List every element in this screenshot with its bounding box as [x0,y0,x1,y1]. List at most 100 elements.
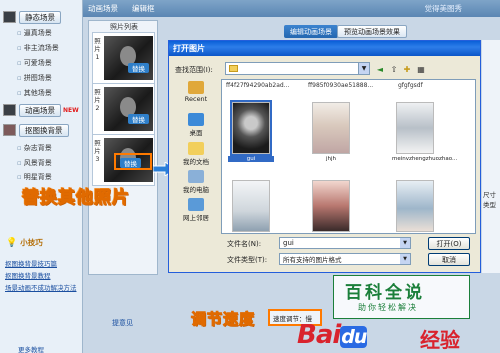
size-label: 尺寸 [483,191,496,199]
chevron-down-icon[interactable]: ▼ [400,238,410,248]
file-thumbnail [312,102,350,154]
file-name[interactable]: ff985f0930ae51888... [308,82,373,89]
up-folder-icon[interactable]: ⇧ [389,64,399,74]
tab-preview-animation[interactable]: 预览动画场景效果 [337,25,407,38]
sidebar: 静态场景 逼真场景 非主流场景 可爱场景 拼图场景 其他场景 动画场景 NEW … [0,0,83,353]
more-tutorials-link[interactable]: 更多教程 [18,344,44,353]
animated-scene-section[interactable]: 动画场景 NEW [3,103,79,117]
bg-scene-section[interactable]: 抠图换背景 [3,123,69,137]
sidebar-item[interactable]: 明星背景 [17,172,52,182]
file-label: jhjh [325,156,337,162]
file-item[interactable]: gui [228,100,274,162]
baidu-logo: Baidu [297,320,367,350]
photo-slot-1[interactable]: 照片1 [92,32,155,84]
file-name[interactable]: ff4f27f94290ab2ad... [226,82,289,89]
file-item[interactable]: meinvzhengzhuozhao... [392,102,458,162]
replace-button-2[interactable]: 替换 [128,114,149,124]
place-network[interactable]: 网上邻居 [173,198,219,222]
file-item[interactable] [308,180,354,232]
file-name[interactable]: gfgfgsdf [398,82,423,89]
sidebar-item[interactable]: 其他场景 [17,88,52,98]
place-label: Recent [184,95,208,103]
open-button[interactable]: 打开(O) [428,237,470,250]
new-folder-icon[interactable]: ✚ [402,64,412,74]
photo-slot-number: 照片1 [94,37,101,61]
sidebar-item[interactable]: 风景背景 [17,158,52,168]
replace-button-1[interactable]: 替换 [128,63,149,73]
photo-slot-2[interactable]: 照片2 [92,83,155,135]
computer-icon [188,170,204,183]
folder-icon [229,65,238,72]
tab-edit-animation[interactable]: 编辑动画场景 [284,25,338,38]
file-label: gui [228,156,274,162]
back-icon[interactable]: ◄ [375,64,385,74]
feedback-link[interactable]: 提意见 [112,318,133,328]
replace-other-photos-caption: 替换其他照片 [22,188,130,209]
cancel-button[interactable]: 取消 [428,253,470,266]
look-in-label: 查找范围(I): [175,66,213,74]
place-my-computer[interactable]: 我的电脑 [173,170,219,194]
tips-title: 💡 小技巧 [6,237,43,248]
place-my-documents[interactable]: 我的文档 [173,142,219,166]
sidebar-item[interactable]: 逼真场景 [17,28,52,38]
photo-list-title: 照片列表 [110,23,138,31]
filename-value: gui [283,239,294,247]
photo-slot-number: 照片2 [94,88,101,112]
photo-thumbnail [104,36,153,80]
place-label: 我的文档 [183,158,209,166]
file-item[interactable]: jhjh [308,102,354,162]
tip-link[interactable]: 抠图换背景技巧篇 [5,258,57,268]
baidu-logo-bai: Bai [297,320,341,350]
sidebar-item[interactable]: 非主流场景 [17,43,59,53]
file-list[interactable]: ff4f27f94290ab2ad... ff985f0930ae51888..… [221,79,476,234]
baidu-logo-du: du [340,326,367,348]
filetype-value: 所有支持的图片格式 [283,256,342,264]
photo-thumbnail [104,87,153,131]
file-item[interactable] [392,180,438,232]
file-label: meinvzhengzhuozhao... [392,156,458,162]
filename-input[interactable]: gui ▼ [279,237,411,249]
recent-icon [188,81,204,94]
view-menu-icon[interactable]: ▦ [416,64,426,74]
new-badge: NEW [63,106,79,114]
lightbulb-icon: 💡 [6,237,18,248]
documents-icon [188,142,204,155]
place-desktop[interactable]: 桌面 [173,113,219,137]
tips-title-text: 小技巧 [20,238,43,247]
look-in-select[interactable]: ▼ [225,62,370,75]
topbar-tab-editor[interactable]: 编辑框 [132,3,155,14]
chevron-down-icon[interactable]: ▼ [358,63,369,74]
animated-scene-button[interactable]: 动画场景 [19,103,61,117]
sidebar-item[interactable]: 拼图场景 [17,73,52,83]
place-label: 我的电脑 [183,186,209,194]
topbar-tab-animated[interactable]: 动画场景 [88,3,118,14]
desktop-icon [188,113,204,126]
replace-highlight-box [114,153,152,170]
topbar-right-text: 觉得美图秀 [424,4,463,13]
file-item[interactable] [228,180,274,232]
filetype-label: 文件类型(T): [227,256,268,264]
file-thumbnail [396,180,434,232]
photo-slot-number: 照片3 [94,139,101,163]
chevron-down-icon[interactable]: ▼ [400,254,410,264]
filetype-select[interactable]: 所有支持的图片格式 ▼ [279,253,411,265]
place-label: 网上邻居 [183,214,209,222]
file-thumbnail [230,100,272,156]
bg-scene-thumbnail [3,124,16,136]
place-label: 桌面 [189,129,203,137]
sidebar-item[interactable]: 可爱场景 [17,58,52,68]
sidebar-item[interactable]: 杂志背景 [17,143,52,153]
watermark-subtitle: 助你轻松解决 [358,303,418,312]
place-recent[interactable]: Recent [173,81,219,103]
file-thumbnail [232,180,270,232]
adjust-speed-caption: 调节速度 [190,310,256,329]
tip-link[interactable]: 场景动画不成功解决方法 [5,282,77,292]
bg-scene-button[interactable]: 抠图换背景 [19,123,69,137]
tip-link[interactable]: 抠图换背景教程 [5,270,51,280]
static-scene-section[interactable]: 静态场景 [3,10,61,24]
filename-label: 文件名(N): [227,240,262,248]
static-scene-button[interactable]: 静态场景 [19,10,61,24]
file-info-labels: 尺寸 类型 [483,190,496,210]
file-thumbnail [312,180,350,232]
dialog-title: 打开图片 [169,41,480,56]
